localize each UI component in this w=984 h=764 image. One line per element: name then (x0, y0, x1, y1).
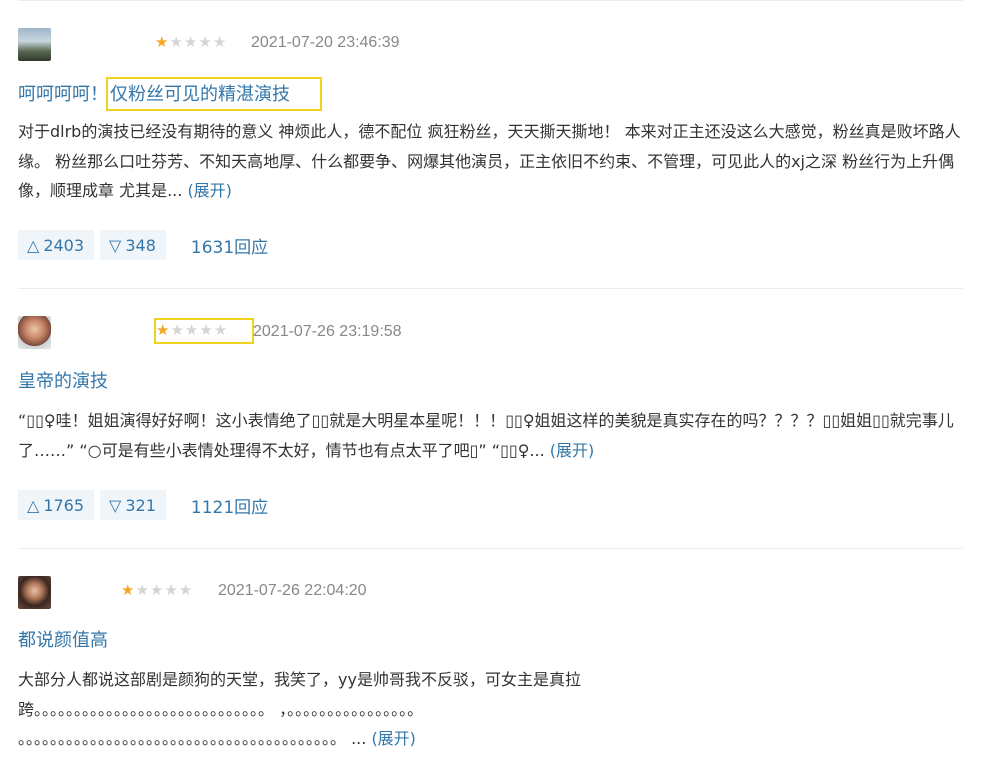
title-text: 呵呵呵呵！ (18, 84, 108, 105)
title-text: 都说颜值高 (18, 630, 108, 651)
review-body-line: 大部分人都说这部剧是颜狗的天堂，我笑了，yy是帅哥我不反驳，可女主是真拉 (18, 670, 581, 689)
star-icon: ★ (155, 33, 169, 51)
expand-link[interactable]: (展开) (550, 441, 595, 460)
review-date: 2021-07-26 22:04:20 (218, 582, 367, 599)
star-icon: ★ (198, 33, 212, 51)
upvote-button[interactable]: △ 2403 (18, 230, 95, 260)
review-body-text: 对于dlrb的演技已经没有期待的意义 神烦此人，德不配位 疯狂粉丝，天天撕天撕地… (18, 122, 961, 200)
upvote-button[interactable]: △ 1765 (18, 490, 95, 520)
triangle-up-icon: △ (27, 235, 40, 255)
top-divider (18, 0, 963, 1)
star-icon: ★ (135, 581, 149, 599)
star-icon: ★ (149, 581, 164, 599)
review-body-line: 。。。。。。。。。。。。。。。。。。。。。。。。。。。。。。。。。。。。。。。。… (18, 729, 372, 748)
star-icon: ★ (183, 33, 198, 51)
downvote-button[interactable]: ▽ 348 (100, 230, 166, 260)
title-text: 皇帝的演技 (18, 371, 108, 392)
review-title[interactable]: 呵呵呵呵！ 仅粉丝可见的精湛演技 (18, 77, 322, 111)
reply-link[interactable]: 1631回应 (191, 233, 268, 258)
upvote-count: 2403 (43, 235, 85, 255)
expand-link[interactable]: (展开) (371, 729, 416, 748)
avatar[interactable] (18, 28, 51, 61)
star-icon: ★ (212, 33, 227, 51)
triangle-down-icon: ▽ (109, 235, 122, 255)
review-date: 2021-07-20 23:46:39 (251, 34, 400, 51)
review-body-text: “▯▯♀哇！姐姐演得好好啊！这小表情绝了▯▯就是大明星本星呢！！！▯▯♀姐姐这样… (18, 411, 954, 460)
rating-stars: ★ ★ ★ ★ ★ (155, 34, 226, 50)
downvote-count: 321 (125, 495, 156, 515)
star-icon: ★ (121, 581, 135, 599)
divider (18, 288, 963, 289)
review-actions: △ 2403 ▽ 348 1631回应 (18, 230, 268, 260)
review-body: 大部分人都说这部剧是颜狗的天堂，我笑了，yy是帅哥我不反驳，可女主是真拉 跨。。… (18, 665, 963, 754)
title-highlighted-text: 仅粉丝可见的精湛演技 (106, 77, 322, 111)
expand-link[interactable]: (展开) (187, 181, 232, 200)
star-icon: ★ (170, 321, 184, 339)
divider (18, 548, 963, 549)
upvote-count: 1765 (43, 495, 85, 515)
review-body: “▯▯♀哇！姐姐演得好好啊！这小表情绝了▯▯就是大明星本星呢！！！▯▯♀姐姐这样… (18, 406, 963, 465)
star-icon: ★ (199, 321, 213, 339)
review-body: 对于dlrb的演技已经没有期待的意义 神烦此人，德不配位 疯狂粉丝，天天撕天撕地… (18, 117, 963, 206)
rating-stars: ★ ★ ★ ★ ★ (156, 322, 227, 338)
star-icon: ★ (169, 33, 183, 51)
reply-link[interactable]: 1121回应 (191, 493, 268, 518)
review-date: 2021-07-26 23:19:58 (253, 323, 402, 340)
triangle-down-icon: ▽ (109, 495, 122, 515)
triangle-up-icon: △ (27, 495, 40, 515)
star-icon: ★ (213, 321, 228, 339)
review-actions: △ 1765 ▽ 321 1121回应 (18, 490, 268, 520)
star-icon: ★ (184, 321, 199, 339)
avatar[interactable] (18, 316, 51, 349)
avatar[interactable] (18, 576, 51, 609)
review-body-line: 跨。。。。。。。。。。。。。。。。。。。。。。。。。。。。。 ，。。。。。。。。… (18, 699, 424, 719)
downvote-count: 348 (125, 235, 156, 255)
star-icon: ★ (156, 321, 170, 339)
star-icon: ★ (178, 581, 193, 599)
star-icon: ★ (164, 581, 178, 599)
downvote-button[interactable]: ▽ 321 (100, 490, 166, 520)
review-title[interactable]: 都说颜值高 (18, 626, 108, 652)
review-title[interactable]: 皇帝的演技 (18, 367, 108, 393)
rating-stars: ★ ★ ★ ★ ★ (121, 582, 192, 598)
